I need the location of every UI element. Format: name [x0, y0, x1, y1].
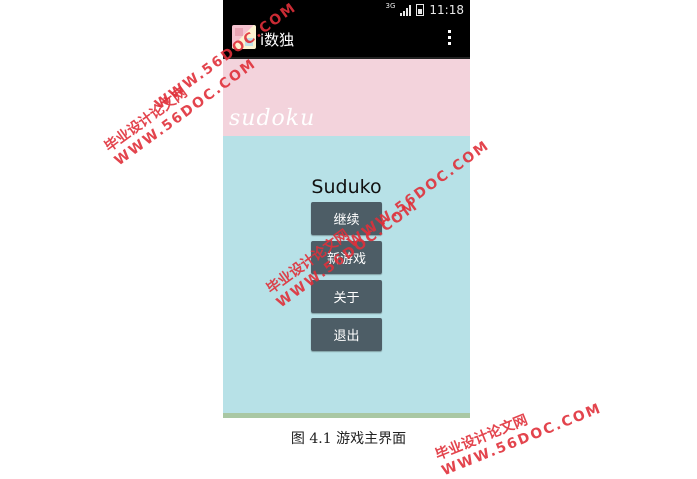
figure-caption: 图 4.1 游戏主界面 — [290, 431, 407, 447]
new-game-button[interactable]: 新游戏 — [311, 241, 382, 274]
app-icon[interactable] — [232, 25, 256, 49]
game-title: Suduko — [311, 176, 382, 198]
status-time: 11:18 — [429, 3, 464, 17]
banner-text: sudoku — [229, 106, 316, 131]
status-icons: 3G 11:18 — [385, 2, 464, 17]
signal-icon — [400, 4, 412, 16]
overflow-menu-icon[interactable] — [448, 30, 452, 48]
action-bar: i数独 — [223, 20, 470, 59]
banner: sudoku — [223, 59, 470, 136]
phone-screen: 3G 11:18 i数独 sudoku Suduko 继续 新游戏 关于 退出 — [223, 0, 470, 418]
status-bar: 3G 11:18 — [223, 0, 470, 20]
battery-icon — [416, 4, 425, 16]
app-title: i数独 — [260, 31, 295, 49]
network-type-label: 3G — [385, 2, 396, 10]
exit-button[interactable]: 退出 — [311, 318, 382, 351]
bottom-strip — [223, 413, 470, 418]
about-button[interactable]: 关于 — [311, 280, 382, 313]
continue-button[interactable]: 继续 — [311, 202, 382, 235]
